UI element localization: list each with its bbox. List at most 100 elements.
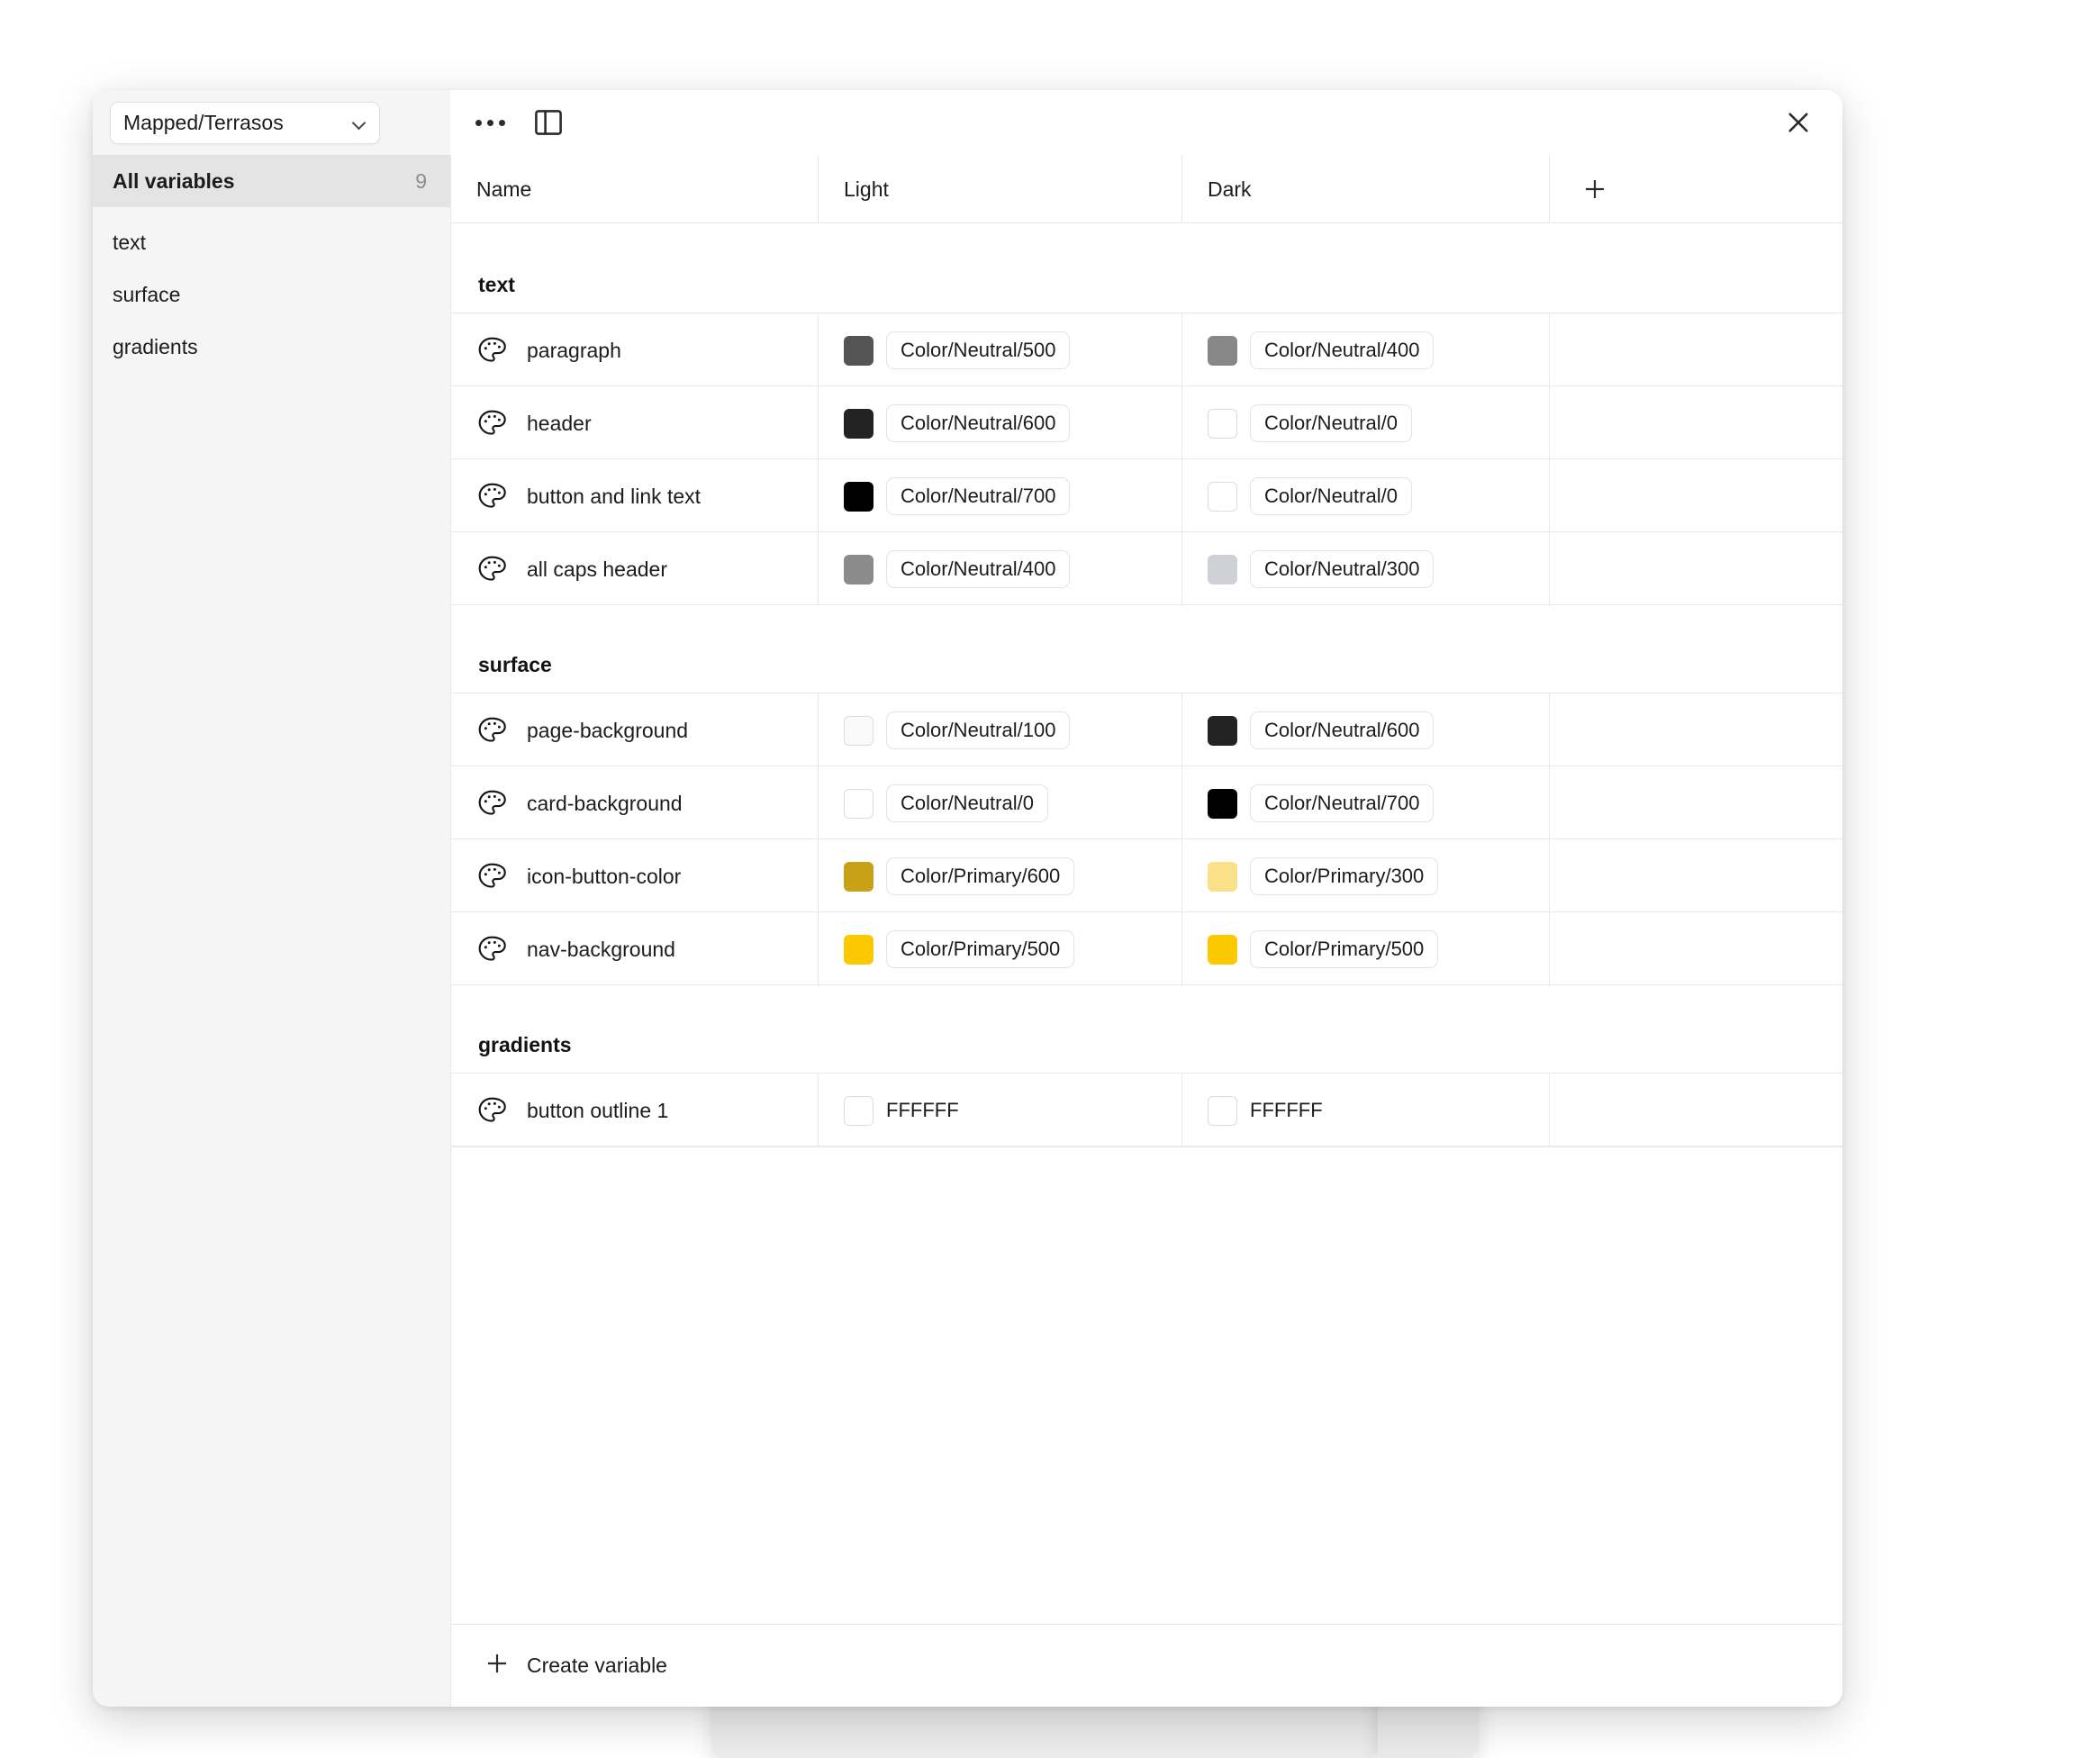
sidebar-item-gradients[interactable]: gradients <box>93 321 450 373</box>
variable-value-cell-light: FFFFFF <box>819 1074 1182 1147</box>
variable-alias-pill-light[interactable]: Color/Neutral/0 <box>886 784 1048 822</box>
group-header-gradients: gradients <box>451 985 1842 1074</box>
collection-select-value: Mapped/Terrasos <box>123 110 284 134</box>
column-header-name[interactable]: Name <box>451 155 819 223</box>
color-swatch-dark[interactable] <box>1208 1095 1237 1126</box>
table-row[interactable]: button and link text Color/Neutral/700 Col… <box>451 458 1842 533</box>
variable-value-cell-light: Color/Neutral/600 <box>819 386 1182 460</box>
color-swatch-dark[interactable] <box>1208 934 1237 965</box>
sidebar-item-text[interactable]: text <box>93 216 450 268</box>
close-icon[interactable] <box>1778 102 1819 143</box>
variable-value-cell-dark: Color/Primary/500 <box>1182 912 1550 986</box>
variable-value-dark: FFFFFF <box>1250 1099 1323 1121</box>
color-swatch-dark[interactable] <box>1208 335 1237 366</box>
table-row[interactable]: nav-background Color/Primary/500 Color/Pri… <box>451 911 1842 986</box>
color-swatch-light[interactable] <box>844 715 873 746</box>
variable-name-cell[interactable]: header <box>451 386 819 460</box>
variable-alias-pill-light[interactable]: Color/Neutral/400 <box>886 550 1071 588</box>
column-header-light[interactable]: Light <box>819 155 1182 223</box>
variable-value-cell-dark: Color/Neutral/0 <box>1182 459 1550 533</box>
variable-name-cell[interactable]: icon-button-color <box>451 839 819 913</box>
variable-value-cell-light: Color/Neutral/400 <box>819 532 1182 606</box>
variable-name-cell[interactable]: button outline 1 <box>451 1074 819 1147</box>
variable-alias-pill-light[interactable]: Color/Primary/500 <box>886 930 1075 968</box>
group-header-label: surface <box>478 653 552 676</box>
variable-name-label: paragraph <box>527 338 621 362</box>
color-swatch-dark[interactable] <box>1208 408 1237 439</box>
variable-extra-cell <box>1550 459 1842 533</box>
color-palette-icon <box>476 1095 507 1126</box>
variable-value-cell-dark: FFFFFF <box>1182 1074 1550 1147</box>
table-row[interactable]: icon-button-color Color/Primary/600 Color/… <box>451 838 1842 913</box>
more-horizontal-icon[interactable] <box>470 103 510 142</box>
variable-alias-pill-light[interactable]: Color/Neutral/600 <box>886 404 1071 442</box>
color-swatch-dark[interactable] <box>1208 788 1237 819</box>
column-header-dark[interactable]: Dark <box>1182 155 1550 223</box>
table-row[interactable]: paragraph Color/Neutral/500 Color/Neutral/… <box>451 313 1842 387</box>
color-palette-icon <box>476 934 507 965</box>
sidebar-item-surface[interactable]: surface <box>93 268 450 321</box>
variable-name-cell[interactable]: card-background <box>451 766 819 840</box>
variable-alias-pill-dark[interactable]: Color/Neutral/0 <box>1250 404 1412 442</box>
variable-extra-cell <box>1550 766 1842 840</box>
variable-name-cell[interactable]: all caps header <box>451 532 819 606</box>
variable-name-cell[interactable]: nav-background <box>451 912 819 986</box>
table-row[interactable]: card-background Color/Neutral/0 Color/Neut… <box>451 766 1842 840</box>
sidebar-item-all-variables[interactable]: All variables 9 <box>93 155 450 207</box>
variable-value-cell-light: Color/Neutral/100 <box>819 693 1182 767</box>
collection-select[interactable]: Mapped/Terrasos <box>110 101 380 144</box>
modal-topbar: Mapped/Terrasos <box>93 90 1842 155</box>
variable-alias-pill-light[interactable]: Color/Primary/600 <box>886 857 1075 895</box>
variable-name-label: button and link text <box>527 484 702 508</box>
variable-alias-pill-light[interactable]: Color/Neutral/500 <box>886 331 1071 369</box>
variable-alias-pill-dark[interactable]: Color/Neutral/400 <box>1250 331 1435 369</box>
variable-alias-pill-dark[interactable]: Color/Primary/500 <box>1250 930 1439 968</box>
color-swatch-light[interactable] <box>844 481 873 512</box>
create-variable-button[interactable]: Create variable <box>475 1643 676 1689</box>
modal-body: All variables 9 text surface gradients N… <box>93 155 1842 1707</box>
color-swatch-light[interactable] <box>844 861 873 892</box>
variable-name-cell[interactable]: button and link text <box>451 459 819 533</box>
variable-name-label: card-background <box>527 791 683 815</box>
color-swatch-dark[interactable] <box>1208 554 1237 584</box>
variable-alias-pill-dark[interactable]: Color/Neutral/600 <box>1250 711 1435 749</box>
variable-name-cell[interactable]: paragraph <box>451 313 819 387</box>
main-pane: Name Light Dark text paragraph Color/Neutr… <box>450 155 1842 1707</box>
table-row[interactable]: page-background Color/Neutral/100 Color/Ne… <box>451 693 1842 767</box>
variable-alias-pill-dark[interactable]: Color/Neutral/0 <box>1250 477 1412 515</box>
color-swatch-light[interactable] <box>844 408 873 439</box>
group-header-surface: surface <box>451 605 1842 693</box>
variable-name-label: all caps header <box>527 557 667 581</box>
variable-alias-pill-dark[interactable]: Color/Primary/300 <box>1250 857 1439 895</box>
color-swatch-dark[interactable] <box>1208 861 1237 892</box>
table-row[interactable]: all caps header Color/Neutral/400 Color/Ne… <box>451 531 1842 606</box>
color-swatch-dark[interactable] <box>1208 481 1237 512</box>
variable-alias-pill-dark[interactable]: Color/Neutral/300 <box>1250 550 1435 588</box>
sidebar-item-count: 9 <box>415 168 427 193</box>
variable-alias-pill-dark[interactable]: Color/Neutral/700 <box>1250 784 1435 822</box>
variable-extra-cell <box>1550 912 1842 986</box>
color-swatch-light[interactable] <box>844 1095 873 1126</box>
color-swatch-dark[interactable] <box>1208 715 1237 746</box>
plus-icon[interactable] <box>1575 169 1615 209</box>
variable-value-cell-dark: Color/Neutral/0 <box>1182 386 1550 460</box>
variable-name-cell[interactable]: page-background <box>451 693 819 767</box>
sidebar-panel-icon[interactable] <box>528 102 569 143</box>
color-swatch-light[interactable] <box>844 335 873 366</box>
table-row[interactable]: header Color/Neutral/600 Color/Neutral/0 <box>451 385 1842 460</box>
sidebar-item-label: All variables <box>113 168 235 193</box>
variable-name-label: page-background <box>527 718 689 742</box>
color-swatch-light[interactable] <box>844 934 873 965</box>
group-header-text: text <box>451 223 1842 313</box>
table-row[interactable]: button outline 1 FFFFFF FFFFFF <box>451 1073 1842 1147</box>
variable-extra-cell <box>1550 386 1842 460</box>
color-swatch-light[interactable] <box>844 788 873 819</box>
variable-alias-pill-light[interactable]: Color/Neutral/700 <box>886 477 1071 515</box>
sidebar-item-label: gradients <box>113 334 198 358</box>
variable-value-cell-dark: Color/Neutral/300 <box>1182 532 1550 606</box>
variable-value-cell-dark: Color/Neutral/700 <box>1182 766 1550 840</box>
variable-alias-pill-light[interactable]: Color/Neutral/100 <box>886 711 1071 749</box>
color-palette-icon <box>476 554 507 584</box>
color-swatch-light[interactable] <box>844 554 873 584</box>
variable-value-cell-dark: Color/Neutral/400 <box>1182 313 1550 387</box>
